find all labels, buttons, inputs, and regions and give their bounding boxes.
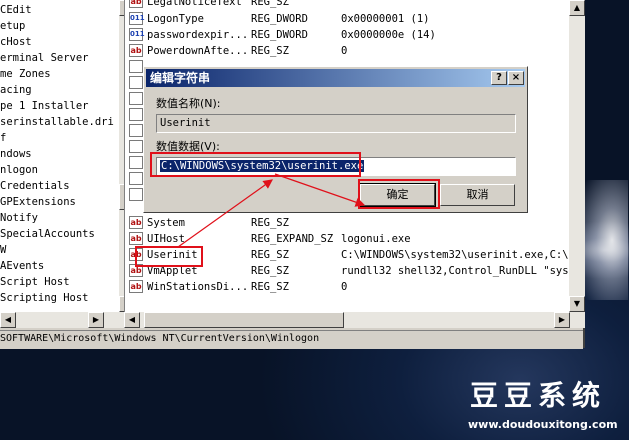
arrow-to-value-data [177, 179, 273, 248]
arrow-to-ok-button [274, 173, 366, 207]
watermark-url: www.doudouxitong.com [468, 418, 618, 431]
watermark-title: 豆豆系统 [470, 379, 607, 412]
